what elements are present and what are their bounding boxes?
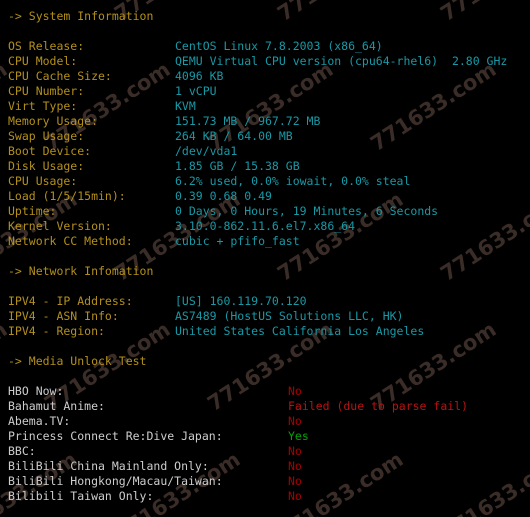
info-row: Abema.TV: No	[8, 414, 530, 429]
info-row: Virt Type: KVM	[8, 99, 530, 114]
info-row: BiliBili Hongkong/Macau/Taiwan: No	[8, 474, 530, 489]
info-row: Disk Usage: 1.85 GB / 15.38 GB	[8, 159, 530, 174]
info-row: Uptime: 0 Days, 0 Hours, 19 Minutes, 6 Se…	[8, 204, 530, 219]
info-row-value: No	[288, 384, 302, 398]
info-row-label: CPU Usage:	[8, 174, 78, 188]
info-row: CPU Usage: 6.2% used, 0.0% iowait, 0.0% s…	[8, 174, 530, 189]
info-row: BiliBili China Mainland Only: No	[8, 459, 530, 474]
info-row-label: Memory Usage:	[8, 114, 99, 128]
info-row-label: Virt Type:	[8, 99, 78, 113]
info-row-label: Swap Usage:	[8, 129, 85, 143]
network-information-list: IPV4 - IP Address: [US] 160.119.70.120 IPV…	[8, 294, 530, 339]
info-row-value: 1.85 GB / 15.38 GB	[175, 159, 300, 173]
info-row: OS Release: CentOS Linux 7.8.2003 (x86_64…	[8, 39, 530, 54]
info-row-label: CPU Model:	[8, 54, 78, 68]
info-row: Swap Usage: 264 KB / 64.00 MB	[8, 129, 530, 144]
info-row-label: BiliBili Hongkong/Macau/Taiwan:	[8, 474, 223, 488]
info-row-value: Failed (due to parse fail)	[288, 399, 469, 413]
info-row: Bilibili Taiwan Only: No	[8, 489, 530, 504]
info-row: IPV4 - Region: United States California L…	[8, 324, 530, 339]
info-row-label: Abema.TV:	[8, 414, 71, 428]
system-information-list: OS Release: CentOS Linux 7.8.2003 (x86_64…	[8, 39, 530, 249]
info-row-value: KVM	[175, 99, 196, 113]
info-row-label: BiliBili China Mainland Only:	[8, 459, 209, 473]
info-row: Boot Device: /dev/vda1	[8, 144, 530, 159]
info-row-label: Disk Usage:	[8, 159, 85, 173]
info-row-value: CentOS Linux 7.8.2003 (x86_64)	[175, 39, 383, 53]
info-row-value: No	[288, 444, 302, 458]
info-row: Network CC Method: cubic + pfifo_fast	[8, 234, 530, 249]
info-row-label: Bilibili Taiwan Only:	[8, 489, 154, 503]
info-row: CPU Model: QEMU Virtual CPU version (cpu6…	[8, 54, 530, 69]
section-header-media: -> Media Unlock Test	[8, 354, 147, 368]
info-row-label: Bahamut Anime:	[8, 399, 105, 413]
info-row: Kernel Version: 3.10.0-862.11.6.el7.x86_6…	[8, 219, 530, 234]
info-row-value: No	[288, 489, 302, 503]
info-row: Load (1/5/15min): 0.39 0.68 0.49	[8, 189, 530, 204]
info-row-value: 0.39 0.68 0.49	[175, 189, 272, 203]
info-row-value: /dev/vda1	[175, 144, 238, 158]
section-header-system: -> System Information	[8, 9, 154, 23]
info-row-label: Load (1/5/15min):	[8, 189, 126, 203]
info-row-value: 0 Days, 0 Hours, 19 Minutes, 6 Seconds	[175, 204, 439, 218]
info-row-label: Kernel Version:	[8, 219, 112, 233]
info-row: Memory Usage: 151.73 MB / 967.72 MB	[8, 114, 530, 129]
info-row-value: 151.73 MB / 967.72 MB	[175, 114, 321, 128]
info-row-label: HBO Now:	[8, 384, 64, 398]
info-row-label: IPV4 - Region:	[8, 324, 105, 338]
info-row: CPU Number: 1 vCPU	[8, 84, 530, 99]
info-row: BBC: No	[8, 444, 530, 459]
info-row-label: CPU Number:	[8, 84, 85, 98]
info-row-value: Yes	[288, 429, 309, 443]
info-row-value: QEMU Virtual CPU version (cpu64-rhel6) 2…	[175, 54, 508, 68]
info-row-value: 4096 KB	[175, 69, 224, 83]
info-row: Bahamut Anime: Failed (due to parse fail)	[8, 399, 530, 414]
section-header-network: -> Network Infomation	[8, 264, 154, 278]
info-row-value: [US] 160.119.70.120	[175, 294, 307, 308]
info-row: IPV4 - IP Address: [US] 160.119.70.120	[8, 294, 530, 309]
info-row: HBO Now: No	[8, 384, 530, 399]
terminal-window: 771633.com 771633.com 771633.com 771633.com…	[0, 0, 530, 517]
info-row-label: IPV4 - IP Address:	[8, 294, 133, 308]
info-row-value: cubic + pfifo_fast	[175, 234, 300, 248]
info-row-value: 3.10.0-862.11.6.el7.x86_64	[175, 219, 356, 233]
media-unlock-test-list: HBO Now: No Bahamut Anime: Failed (due to p…	[8, 384, 530, 504]
info-row-label: Uptime:	[8, 204, 57, 218]
info-row-value: No	[288, 459, 302, 473]
info-row-label: OS Release:	[8, 39, 85, 53]
info-row-label: Boot Device:	[8, 144, 92, 158]
info-row-value: 6.2% used, 0.0% iowait, 0.0% steal	[175, 174, 411, 188]
info-row-value: United States California Los Angeles	[175, 324, 425, 338]
info-row-value: No	[288, 414, 302, 428]
info-row-label: CPU Cache Size:	[8, 69, 112, 83]
info-row-value: No	[288, 474, 302, 488]
info-row-label: BBC:	[8, 444, 36, 458]
info-row: CPU Cache Size: 4096 KB	[8, 69, 530, 84]
info-row-value: 264 KB / 64.00 MB	[175, 129, 293, 143]
info-row: Princess Connect Re:Dive Japan: Yes	[8, 429, 530, 444]
info-row-label: Network CC Method:	[8, 234, 133, 248]
info-row-label: Princess Connect Re:Dive Japan:	[8, 429, 223, 443]
info-row-value: 1 vCPU	[175, 84, 217, 98]
info-row: IPV4 - ASN Info: AS7489 (HostUS Solutions…	[8, 309, 530, 324]
info-row-value: AS7489 (HostUS Solutions LLC, HK)	[175, 309, 404, 323]
info-row-label: IPV4 - ASN Info:	[8, 309, 119, 323]
terminal-output: -> System Information OS Release: CentOS …	[0, 0, 530, 504]
